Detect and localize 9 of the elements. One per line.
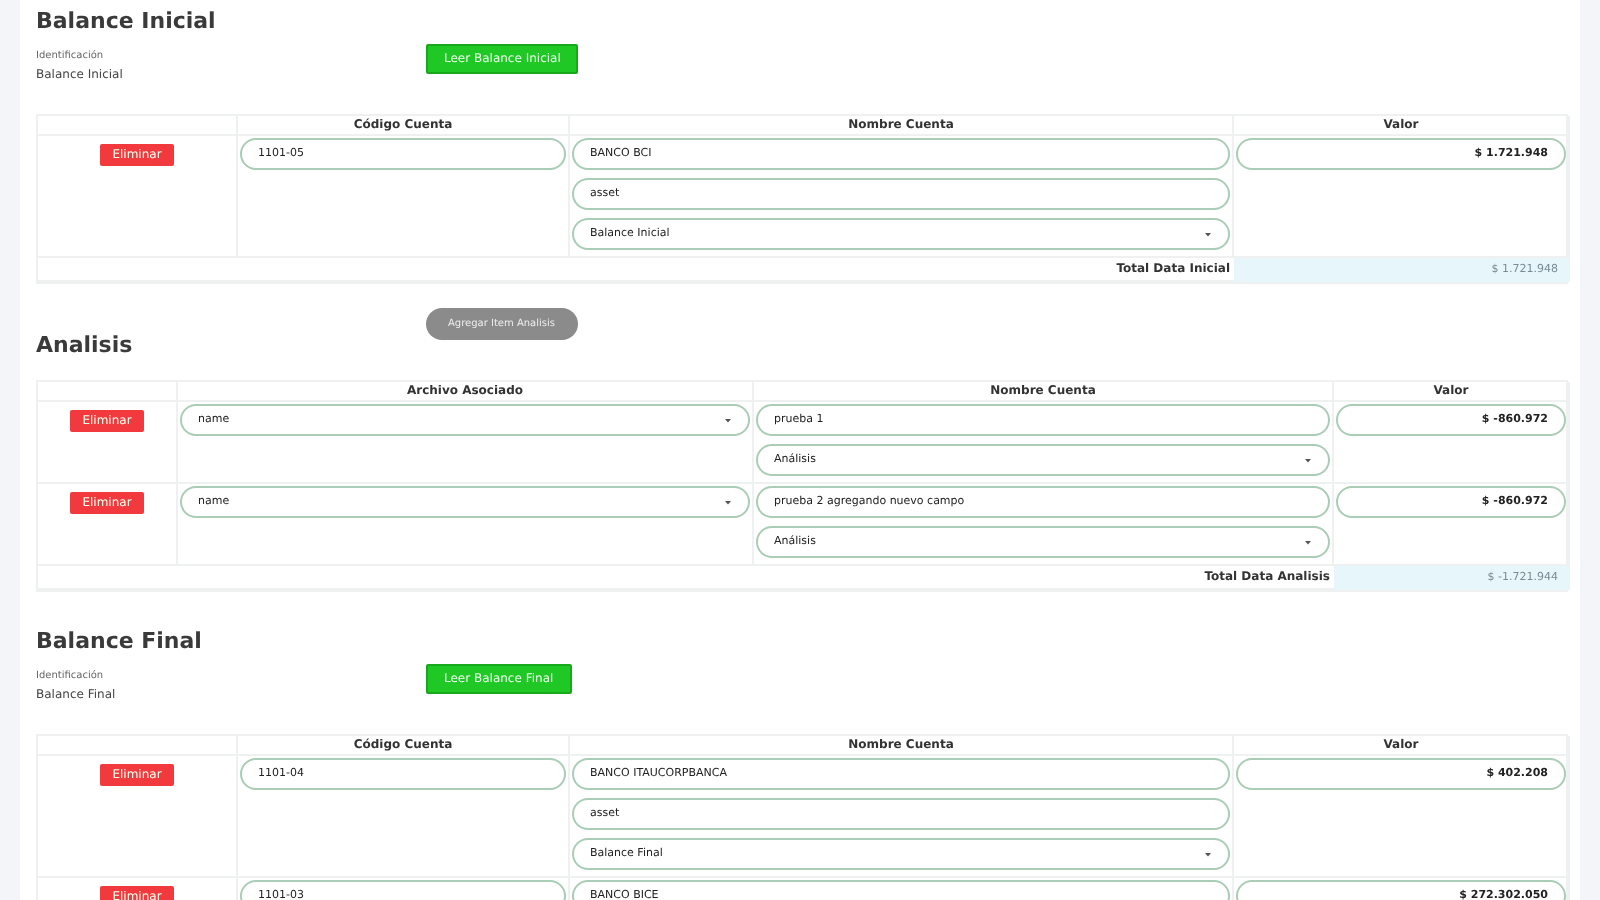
section-title: Analisis <box>36 332 135 358</box>
caret-icon <box>1204 850 1212 858</box>
caret-icon <box>1304 538 1312 546</box>
caret-icon <box>1204 230 1212 238</box>
caret-icon <box>724 498 732 506</box>
caret-icon <box>724 416 732 424</box>
section-title: Balance Final <box>36 628 204 654</box>
section-title: Balance Inicial <box>36 8 218 34</box>
caret-icon <box>1304 456 1312 464</box>
